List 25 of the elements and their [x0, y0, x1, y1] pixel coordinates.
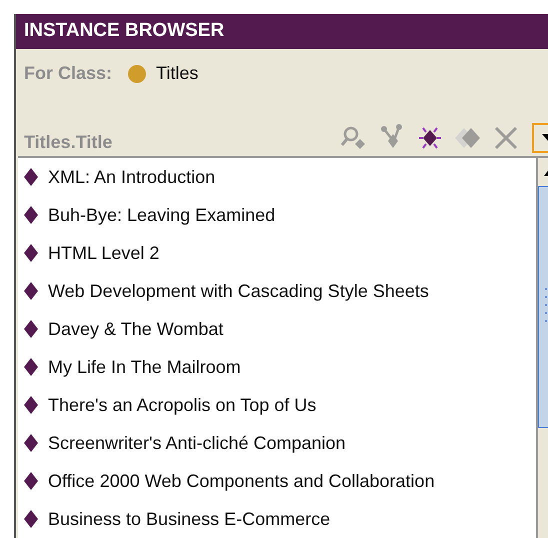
- diamond-icon: [24, 206, 38, 224]
- diamond-icon: [24, 320, 38, 338]
- diamond-icon: [24, 168, 38, 186]
- instance-item[interactable]: Buh-Bye: Leaving Examined: [48, 204, 276, 226]
- class-name: Titles: [156, 63, 198, 84]
- instance-item[interactable]: Business to Business E-Commerce: [48, 508, 330, 530]
- instance-item[interactable]: Office 2000 Web Components and Collaboration: [48, 470, 435, 492]
- diamond-icon: [24, 282, 38, 300]
- diamond-icon: [24, 510, 38, 528]
- diamond-icon: [24, 244, 38, 262]
- slot-label: Titles.Title: [24, 132, 114, 153]
- diamond-icon: [24, 358, 38, 376]
- diamond-icon: [24, 434, 38, 452]
- class-label: For Class:: [24, 63, 112, 84]
- instance-item[interactable]: Web Development with Cascading Style Sheets: [48, 280, 429, 302]
- instance-item[interactable]: There's an Acropolis on Top of Us: [48, 394, 316, 416]
- instance-item[interactable]: My Life In The Mailroom: [48, 356, 241, 378]
- instance-item[interactable]: XML: An Introduction: [48, 166, 216, 188]
- instance-item[interactable]: Screenwriter's Anti-cliché Companion: [48, 432, 346, 454]
- instance-item[interactable]: HTML Level 2: [48, 242, 160, 264]
- panel-title: INSTANCE BROWSER: [16, 14, 548, 49]
- instance-item[interactable]: Davey & The Wombat: [48, 318, 224, 340]
- diamond-icon: [24, 396, 38, 414]
- class-icon: [128, 64, 146, 83]
- diamond-icon: [24, 472, 38, 490]
